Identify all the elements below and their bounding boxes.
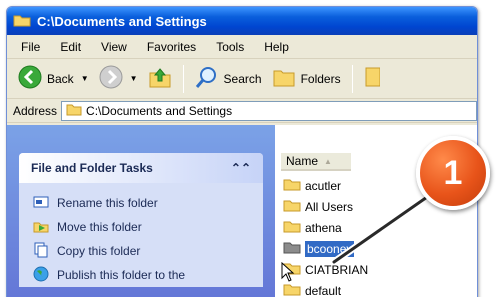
- toolbar-separator: [182, 64, 184, 93]
- file-name: All Users: [305, 199, 354, 214]
- views-icon: [364, 65, 381, 92]
- task-label: Rename this folder: [57, 196, 158, 210]
- search-button[interactable]: Search: [190, 65, 267, 92]
- file-name: default: [305, 283, 342, 297]
- forward-arrow-icon: [99, 65, 123, 92]
- back-button[interactable]: Back ▼: [13, 65, 94, 92]
- callout-number-badge: 1: [416, 136, 490, 210]
- folder-icon: [66, 102, 82, 119]
- address-field[interactable]: C:\Documents and Settings: [61, 100, 477, 121]
- menu-file[interactable]: File: [11, 40, 50, 54]
- address-label: Address: [13, 103, 58, 118]
- content-area: File and Folder Tasks ⌃⌃ Rename this fol…: [7, 125, 477, 297]
- folders-button[interactable]: Folders: [267, 65, 346, 92]
- task-panel-title: File and Folder Tasks: [31, 161, 153, 175]
- toolbar-separator: [351, 64, 353, 93]
- address-value: C:\Documents and Settings: [86, 103, 233, 118]
- menu-bar: File Edit View Favorites Tools Help: [7, 35, 477, 59]
- copy-icon: [33, 242, 49, 261]
- task-rename-folder[interactable]: Rename this folder: [33, 191, 253, 215]
- file-name: bcooney: [305, 240, 355, 257]
- task-pane: File and Folder Tasks ⌃⌃ Rename this fol…: [7, 125, 275, 297]
- title-bar[interactable]: C:\Documents and Settings: [7, 7, 477, 35]
- rename-icon: [33, 195, 49, 212]
- mouse-cursor-icon: [281, 261, 295, 285]
- task-publish-folder[interactable]: Publish this folder to the: [33, 263, 253, 287]
- file-item-bcooney[interactable]: bcooney: [283, 238, 368, 259]
- sort-ascending-icon: ▲: [324, 156, 332, 166]
- toolbar: Back ▼ ▼ Search Folders: [7, 59, 477, 99]
- menu-tools[interactable]: Tools: [206, 40, 254, 54]
- file-item-default[interactable]: default: [283, 280, 368, 297]
- folder-icon: [283, 198, 301, 215]
- globe-icon: [33, 266, 49, 285]
- explorer-window: C:\Documents and Settings File Edit View…: [6, 6, 478, 297]
- file-folder-tasks-panel: File and Folder Tasks ⌃⌃ Rename this fol…: [19, 153, 263, 287]
- file-item-ciatbrian[interactable]: CIATBRIAN: [283, 259, 368, 280]
- callout-number: 1: [443, 153, 463, 192]
- menu-favorites[interactable]: Favorites: [137, 40, 206, 54]
- file-name: CIATBRIAN: [305, 262, 369, 277]
- folder-icon: [283, 240, 301, 257]
- file-name: acutler: [305, 178, 342, 193]
- folder-icon: [283, 177, 301, 194]
- up-folder-button[interactable]: [143, 65, 177, 92]
- back-label: Back: [47, 71, 74, 86]
- task-label: Move this folder: [57, 220, 142, 234]
- file-list: acutler All Users athena bcooney CIATBRI…: [283, 175, 368, 297]
- file-item-acutler[interactable]: acutler: [283, 175, 368, 196]
- views-button[interactable]: [359, 65, 385, 92]
- back-arrow-icon: [18, 65, 42, 92]
- window-title: C:\Documents and Settings: [37, 13, 207, 29]
- task-copy-folder[interactable]: Copy this folder: [33, 239, 253, 263]
- folder-icon: [13, 13, 31, 30]
- task-move-folder[interactable]: Move this folder: [33, 215, 253, 239]
- back-dropdown-icon[interactable]: ▼: [81, 74, 89, 83]
- search-icon: [195, 65, 219, 92]
- folders-icon: [272, 65, 296, 92]
- task-panel-header[interactable]: File and Folder Tasks ⌃⌃: [19, 153, 263, 183]
- address-bar: Address C:\Documents and Settings: [7, 99, 477, 123]
- file-item-athena[interactable]: athena: [283, 217, 368, 238]
- column-label: Name: [286, 154, 319, 168]
- menu-edit[interactable]: Edit: [50, 40, 91, 54]
- search-label: Search: [223, 71, 262, 86]
- task-list: Rename this folder Move this folder Copy…: [19, 183, 263, 287]
- name-column-header[interactable]: Name ▲: [281, 153, 351, 171]
- menu-view[interactable]: View: [91, 40, 137, 54]
- file-name: athena: [305, 220, 342, 235]
- menu-help[interactable]: Help: [254, 40, 299, 54]
- move-icon: [33, 219, 49, 236]
- folders-label: Folders: [300, 71, 341, 86]
- file-item-all-users[interactable]: All Users: [283, 196, 368, 217]
- task-label: Copy this folder: [57, 244, 141, 258]
- up-folder-icon: [148, 65, 172, 92]
- collapse-chevron-icon[interactable]: ⌃⌃: [231, 161, 251, 175]
- task-label: Publish this folder to the: [57, 268, 186, 282]
- folder-icon: [283, 219, 301, 236]
- forward-button[interactable]: ▼: [94, 65, 143, 92]
- forward-dropdown-icon[interactable]: ▼: [130, 74, 138, 83]
